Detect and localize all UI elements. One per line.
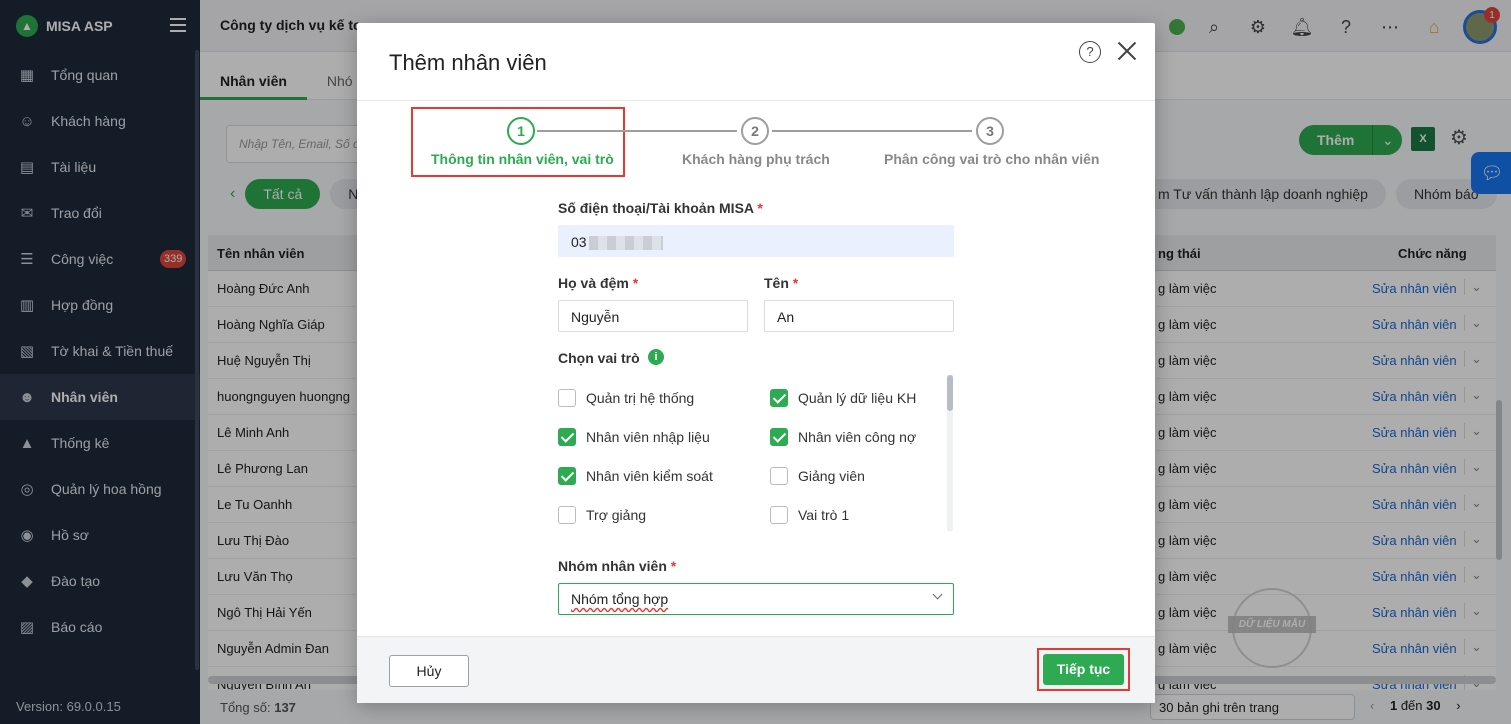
firstname-label: Tên *: [764, 275, 799, 291]
role-label: Vai trò 1: [798, 507, 850, 523]
step-connector: [772, 130, 972, 132]
dialog-title: Thêm nhân viên: [389, 50, 547, 75]
next-button[interactable]: Tiếp tục: [1043, 654, 1124, 685]
lastname-label: Họ và đệm *: [558, 275, 639, 291]
role-label: Quản trị hệ thống: [586, 390, 695, 406]
role-option[interactable]: Giảng viên: [770, 467, 865, 485]
phone-label: Số điện thoại/Tài khoản MISA *: [558, 200, 763, 216]
role-checkbox[interactable]: [558, 389, 576, 407]
role-option[interactable]: Quản lý dữ liệu KH: [770, 389, 916, 407]
role-option[interactable]: Trợ giảng: [558, 506, 646, 524]
chevron-down-icon: [932, 589, 943, 600]
role-option[interactable]: Nhân viên kiểm soát: [558, 467, 713, 485]
role-label: Giảng viên: [798, 468, 865, 484]
lastname-input[interactable]: Nguyễn: [558, 300, 748, 332]
step-3-label[interactable]: Phân công vai trò cho nhân viên: [884, 151, 1099, 167]
close-icon[interactable]: [1115, 39, 1139, 63]
role-label: Trợ giảng: [586, 507, 647, 523]
phone-input[interactable]: 03: [558, 225, 954, 257]
group-label: Nhóm nhân viên *: [558, 558, 677, 574]
step-connector: [537, 130, 737, 132]
role-checkbox[interactable]: [770, 506, 788, 524]
step-2-label[interactable]: Khách hàng phụ trách: [682, 151, 830, 167]
role-option[interactable]: Nhân viên nhập liệu: [558, 428, 710, 446]
step-3-circle[interactable]: 3: [976, 117, 1004, 145]
role-label: Nhân viên nhập liệu: [586, 429, 710, 445]
role-checkbox[interactable]: [558, 506, 576, 524]
role-option[interactable]: Vai trò 1: [770, 506, 849, 524]
step-1-label[interactable]: Thông tin nhân viên, vai trò: [431, 151, 614, 167]
roles-label: Chọn vai trò: [558, 350, 640, 366]
role-label: Nhân viên kiểm soát: [586, 468, 713, 484]
firstname-input[interactable]: An: [764, 300, 954, 332]
step-2-circle[interactable]: 2: [741, 117, 769, 145]
role-checkbox[interactable]: [558, 467, 576, 485]
role-checkbox[interactable]: [558, 428, 576, 446]
help-icon[interactable]: ?: [1079, 41, 1101, 63]
role-option[interactable]: Quản trị hệ thống: [558, 389, 694, 407]
role-option[interactable]: Nhân viên công nợ: [770, 428, 916, 446]
role-checkbox[interactable]: [770, 428, 788, 446]
step-1-circle[interactable]: 1: [507, 117, 535, 145]
dialog-footer: Hủy Tiếp tục: [357, 636, 1155, 703]
role-checkbox[interactable]: [770, 389, 788, 407]
role-checkbox[interactable]: [770, 467, 788, 485]
group-select[interactable]: Nhóm tổng hợp: [558, 583, 954, 615]
add-employee-dialog: Thêm nhân viên ? 1 2 3 Thông tin nhân vi…: [357, 23, 1155, 703]
role-label: Nhân viên công nợ: [798, 429, 917, 445]
info-icon[interactable]: i: [648, 349, 664, 365]
divider: [357, 100, 1155, 101]
redacted-digits: [588, 236, 663, 251]
roles-scrollbar[interactable]: [947, 375, 953, 411]
role-label: Quản lý dữ liệu KH: [798, 390, 917, 406]
cancel-button[interactable]: Hủy: [389, 655, 469, 687]
